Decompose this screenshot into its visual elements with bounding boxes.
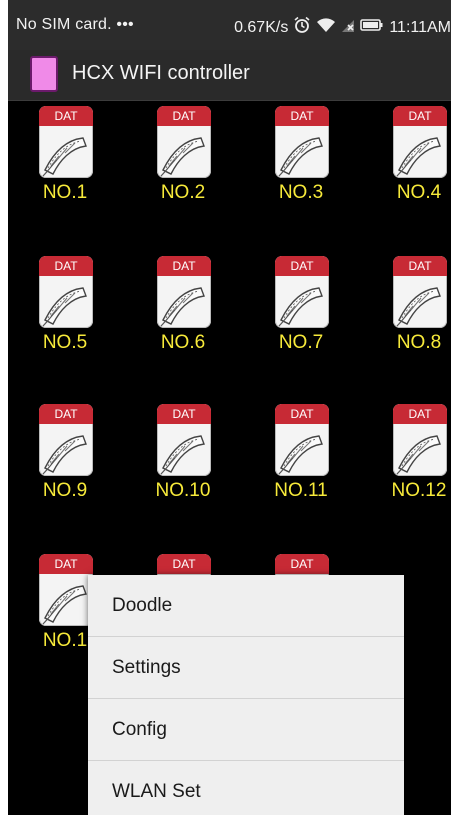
film-file-icon: DAT: [39, 106, 93, 178]
film-file-icon: DAT: [157, 404, 211, 476]
tile-label: NO.1: [42, 182, 88, 203]
tile-label: NO.3: [278, 182, 324, 203]
app-title: HCX WIFI controller: [72, 62, 250, 84]
tile-label: NO.9: [42, 480, 88, 501]
film-file-icon: DAT: [39, 404, 93, 476]
network-speed: 0.67K/s: [234, 18, 289, 36]
film-file-icon: DAT: [157, 256, 211, 328]
menu-item-label: Settings: [112, 657, 181, 678]
battery-icon: [360, 18, 384, 37]
dat-badge: DAT: [39, 554, 93, 574]
dat-badge: DAT: [157, 106, 211, 126]
file-tile[interactable]: DAT NO.5: [26, 250, 104, 360]
menu-item-label: Config: [112, 719, 167, 740]
file-tile[interactable]: DAT NO.6: [144, 250, 222, 360]
wifi-icon: [316, 17, 336, 38]
tile-label: NO.7: [278, 332, 324, 353]
file-tile[interactable]: DAT NO.8: [380, 250, 451, 360]
film-file-icon: DAT: [39, 256, 93, 328]
dat-badge: DAT: [393, 404, 447, 424]
dat-badge: DAT: [39, 404, 93, 424]
menu-item-label: Doodle: [112, 595, 173, 616]
tile-label: NO.12: [391, 480, 447, 501]
dat-badge: DAT: [39, 106, 93, 126]
dat-badge: DAT: [275, 404, 329, 424]
film-file-icon: DAT: [157, 106, 211, 178]
dat-badge: DAT: [393, 256, 447, 276]
alarm-icon: [293, 16, 311, 39]
tile-label: NO.4: [396, 182, 442, 203]
menu-item-settings[interactable]: Settings: [88, 637, 404, 699]
action-bar: HCX WIFI controller: [8, 50, 451, 101]
menu-item-label: WLAN Set: [112, 781, 201, 802]
carrier-status: No SIM card. •••: [16, 16, 134, 33]
tile-label: NO.6: [160, 332, 206, 353]
film-file-icon: DAT: [275, 106, 329, 178]
dat-badge: DAT: [157, 554, 211, 574]
dat-badge: DAT: [39, 256, 93, 276]
dat-badge: DAT: [393, 106, 447, 126]
file-tile[interactable]: DAT NO.7: [262, 250, 340, 360]
app-icon[interactable]: [30, 56, 58, 92]
status-bar: No SIM card. ••• 0.67K/s 11:11AM: [8, 0, 451, 50]
dat-badge: DAT: [275, 106, 329, 126]
file-tile[interactable]: DAT NO.1: [26, 100, 104, 210]
film-file-icon: DAT: [393, 404, 447, 476]
dat-badge: DAT: [157, 256, 211, 276]
options-menu: Doodle Settings Config WLAN Set: [88, 575, 404, 815]
tile-label: NO.5: [42, 332, 88, 353]
menu-item-config[interactable]: Config: [88, 699, 404, 761]
signal-off-icon: [341, 17, 355, 38]
app-screen: No SIM card. ••• 0.67K/s 11:11AM HCX WIF…: [8, 0, 451, 815]
file-tile[interactable]: DAT NO.12: [380, 398, 451, 508]
tile-label: NO.11: [274, 480, 328, 501]
film-file-icon: DAT: [393, 106, 447, 178]
file-tile[interactable]: DAT NO.2: [144, 100, 222, 210]
film-file-icon: DAT: [393, 256, 447, 328]
menu-item-wlan-set[interactable]: WLAN Set: [88, 761, 404, 815]
tile-label: NO.2: [160, 182, 206, 203]
status-right-group: 0.67K/s 11:11AM: [234, 16, 451, 39]
dat-badge: DAT: [275, 554, 329, 574]
file-tile[interactable]: DAT NO.9: [26, 398, 104, 508]
clock: 11:11AM: [389, 18, 451, 36]
film-file-icon: DAT: [275, 256, 329, 328]
film-file-icon: DAT: [39, 554, 93, 626]
file-tile[interactable]: DAT NO.3: [262, 100, 340, 210]
tile-label: NO.10: [155, 480, 211, 501]
dat-badge: DAT: [157, 404, 211, 424]
file-tile[interactable]: DAT NO.10: [144, 398, 222, 508]
file-tile[interactable]: DAT NO.11: [262, 398, 340, 508]
dat-badge: DAT: [275, 256, 329, 276]
file-tile[interactable]: DAT NO.4: [380, 100, 451, 210]
tile-label: NO.8: [396, 332, 442, 353]
menu-item-doodle[interactable]: Doodle: [88, 575, 404, 637]
film-file-icon: DAT: [275, 404, 329, 476]
